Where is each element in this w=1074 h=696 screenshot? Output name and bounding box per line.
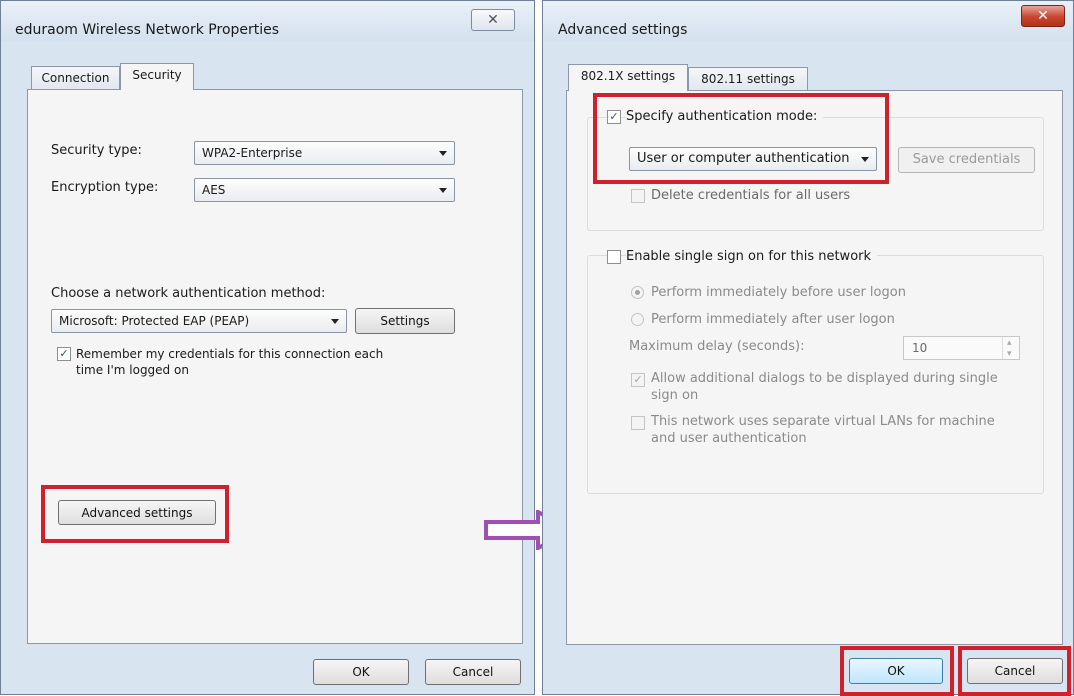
auth-method-label: Choose a network authentication method: bbox=[51, 286, 326, 301]
encryption-type-select[interactable]: AES bbox=[194, 178, 455, 202]
enable-sso-checkbox[interactable] bbox=[607, 250, 621, 264]
separate-vlans-checkbox[interactable] bbox=[631, 416, 645, 430]
close-button[interactable]: ✕ bbox=[1021, 5, 1065, 27]
close-button[interactable]: ✕ bbox=[471, 9, 515, 31]
highlight-box bbox=[593, 93, 889, 184]
remember-credentials-label: Remember my credentials for this connect… bbox=[76, 347, 384, 361]
tab-label: 802.1X settings bbox=[580, 69, 676, 83]
cancel-button[interactable]: Cancel bbox=[425, 659, 521, 685]
select-value: Microsoft: Protected EAP (PEAP) bbox=[59, 314, 250, 328]
security-type-label: Security type: bbox=[51, 143, 142, 158]
title-bar: eduraom Wireless Network Properties ✕ bbox=[1, 1, 534, 41]
security-type-select[interactable]: WPA2-Enterprise bbox=[194, 141, 455, 165]
chevron-down-icon bbox=[439, 188, 447, 193]
tab-label: 802.11 settings bbox=[701, 72, 795, 86]
settings-button[interactable]: Settings bbox=[355, 308, 455, 334]
advanced-settings-window: Advanced settings ✕ 802.1X settings 802.… bbox=[542, 0, 1074, 696]
spinner-value: 10 bbox=[912, 341, 928, 355]
chevron-down-icon bbox=[331, 319, 339, 324]
highlight-box bbox=[840, 646, 954, 696]
remember-credentials-label-line2: time I'm logged on bbox=[76, 363, 189, 377]
tab-8021x-settings[interactable]: 802.1X settings bbox=[568, 64, 688, 91]
network-properties-window: eduraom Wireless Network Properties ✕ Co… bbox=[0, 0, 535, 695]
tab-security[interactable]: Security bbox=[120, 63, 194, 90]
separate-vlans-label-line2: and user authentication bbox=[651, 431, 807, 446]
perform-before-radio[interactable] bbox=[631, 286, 644, 299]
perform-before-label: Perform immediately before user logon bbox=[651, 285, 906, 300]
max-delay-label: Maximum delay (seconds): bbox=[629, 339, 805, 354]
auth-method-select[interactable]: Microsoft: Protected EAP (PEAP) bbox=[51, 309, 347, 333]
select-value: WPA2-Enterprise bbox=[202, 146, 303, 160]
highlight-box bbox=[958, 646, 1071, 696]
window-title: eduraom Wireless Network Properties bbox=[15, 22, 280, 38]
perform-after-radio[interactable] bbox=[631, 313, 644, 326]
close-icon: ✕ bbox=[487, 12, 499, 28]
delete-credentials-label: Delete credentials for all users bbox=[651, 188, 851, 203]
ok-button[interactable]: OK bbox=[313, 659, 409, 685]
delete-credentials-checkbox[interactable] bbox=[631, 189, 645, 203]
perform-after-label: Perform immediately after user logon bbox=[651, 312, 895, 327]
encryption-type-label: Encryption type: bbox=[51, 180, 159, 195]
spinner-arrows-icon[interactable] bbox=[1002, 332, 1019, 365]
window-title: Advanced settings bbox=[558, 22, 688, 38]
allow-dialogs-label-line2: sign on bbox=[651, 388, 699, 403]
allow-dialogs-label: Allow additional dialogs to be displayed… bbox=[651, 371, 998, 386]
enable-sso-label: Enable single sign on for this network bbox=[626, 249, 878, 264]
tab-label: Security bbox=[132, 68, 182, 82]
chevron-down-icon bbox=[439, 151, 447, 156]
tab-label: Connection bbox=[41, 71, 110, 85]
tab-80211-settings[interactable]: 802.11 settings bbox=[688, 67, 808, 91]
security-tab-panel: Security type: WPA2-Enterprise Encryptio… bbox=[27, 89, 523, 644]
tab-connection[interactable]: Connection bbox=[31, 66, 120, 90]
close-icon: ✕ bbox=[1037, 8, 1049, 24]
title-bar: Advanced settings ✕ bbox=[543, 1, 1073, 41]
max-delay-spinner[interactable]: 10 bbox=[903, 332, 1020, 365]
remember-credentials-checkbox[interactable]: ✓ bbox=[57, 347, 71, 361]
save-credentials-button[interactable]: Save credentials bbox=[898, 147, 1035, 173]
separate-vlans-label: This network uses separate virtual LANs … bbox=[651, 414, 995, 429]
highlight-box bbox=[41, 485, 229, 543]
allow-dialogs-checkbox[interactable]: ✓ bbox=[631, 373, 645, 387]
select-value: AES bbox=[202, 183, 226, 197]
